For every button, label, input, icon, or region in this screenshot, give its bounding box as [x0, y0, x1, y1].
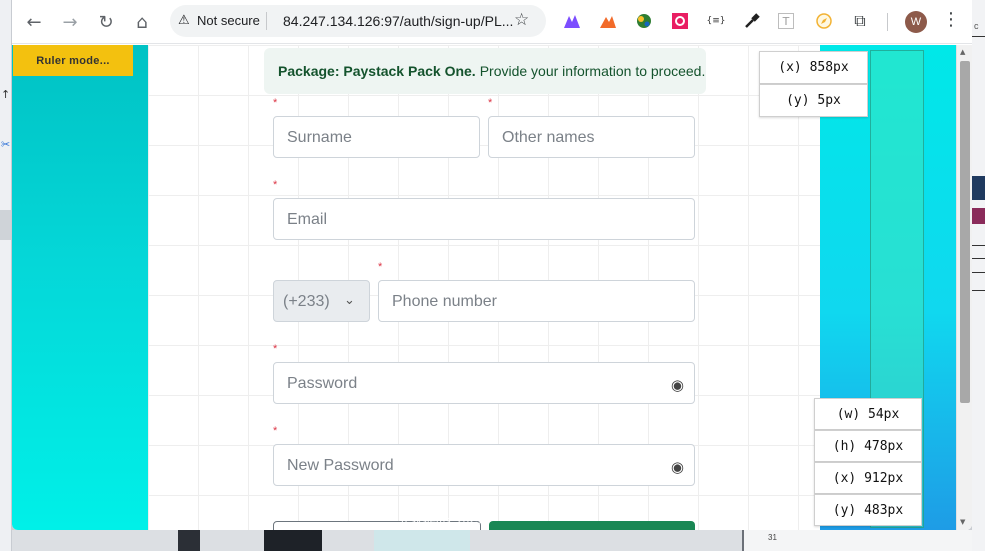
desktop-letter: c [974, 21, 979, 31]
desktop-line [972, 290, 985, 291]
surname-placeholder: Surname [287, 129, 352, 146]
cell-number: 31 [768, 533, 777, 542]
browser-toolbar: ← → ↻ ⌂ ⚠ Not secure 84.247.134.126:97/a… [12, 0, 972, 44]
left-gradient-panel [12, 45, 148, 530]
star-icon[interactable]: ☆ [514, 10, 529, 30]
alert-package-name: Package: Paystack Pack One. [278, 63, 476, 79]
country-code-select[interactable]: (+233) ⌄ [273, 280, 370, 322]
eye-icon[interactable]: ◉ [671, 458, 684, 476]
eyedropper-extension-icon[interactable] [742, 11, 762, 31]
ruler-width-readout: (w) 54px [814, 398, 922, 430]
ruler-y-readout: (y) 5px [759, 84, 868, 117]
compass-extension-icon[interactable] [814, 11, 834, 31]
submit-button[interactable] [489, 521, 695, 530]
required-asterisk: * [378, 261, 383, 273]
other-names-placeholder: Other names [502, 129, 595, 146]
profile-avatar[interactable]: W [905, 11, 927, 33]
url-text[interactable]: 84.247.134.126:97/auth/sign-up/PL... [283, 13, 513, 29]
page-scrollbar[interactable]: ▲ ▼ [956, 45, 972, 530]
arrow-right-icon[interactable]: → [58, 10, 82, 34]
json-viewer-extension-icon[interactable]: {≡} [706, 11, 726, 31]
ruler-x-readout: (x) 858px [759, 51, 868, 84]
country-code-value: (+233) [283, 293, 330, 310]
desktop-right-edge: c [972, 0, 985, 551]
required-asterisk: * [273, 97, 278, 109]
email-placeholder: Email [287, 211, 328, 228]
required-asterisk: * [488, 97, 493, 109]
taskbar-thumbnail[interactable] [178, 530, 200, 551]
phone-placeholder: Phone number [392, 293, 497, 310]
required-asterisk: * [273, 179, 278, 191]
taskbar-strip: 31 [12, 530, 972, 551]
desktop-left-edge: ↑ ✂ [0, 0, 12, 551]
orange-mountain-extension-icon[interactable] [598, 11, 618, 31]
ruler-x2-readout: (x) 912px [814, 462, 922, 494]
address-bar[interactable]: ⚠ Not secure 84.247.134.126:97/auth/sign… [170, 5, 546, 37]
surname-input[interactable]: Surname [273, 116, 480, 158]
page-viewport: Ruler mode... Package: Paystack Pack One… [12, 45, 972, 530]
desktop-line [972, 36, 985, 37]
warning-triangle-icon[interactable]: ⚠ [178, 13, 190, 28]
required-asterisk: * [273, 343, 278, 355]
kebab-menu-icon[interactable]: ⋮ [942, 9, 960, 30]
desktop-line [972, 272, 985, 273]
taskbar-thumbnail[interactable] [264, 530, 322, 551]
desktop-shade [0, 210, 11, 240]
ruler-y2-readout: (y) 483px [814, 494, 922, 526]
desktop-line [972, 245, 985, 246]
password-input[interactable]: Password ◉ [273, 362, 695, 404]
desktop-line [972, 258, 985, 259]
scroll-up-icon[interactable]: ▲ [960, 48, 965, 56]
arrow-left-icon[interactable]: ← [22, 10, 46, 34]
puzzle-icon[interactable]: ⧉ [850, 11, 870, 31]
scroll-down-icon[interactable]: ▼ [960, 518, 965, 526]
other-names-input[interactable]: Other names [488, 116, 695, 158]
eye-icon[interactable]: ◉ [671, 376, 684, 394]
browser-window: ← → ↻ ⌂ ⚠ Not secure 84.247.134.126:97/a… [12, 0, 972, 530]
alert-text: Provide your information to proceed. [479, 63, 706, 79]
package-alert: Package: Paystack Pack One. Provide your… [264, 48, 706, 94]
home-icon[interactable]: ⌂ [130, 10, 154, 34]
reload-icon[interactable]: ↻ [94, 10, 118, 34]
scissors-icon: ✂ [1, 138, 11, 151]
ruler-height-readout: (h) 478px [814, 430, 922, 462]
font-extension-icon[interactable]: T [778, 13, 794, 29]
spreadsheet-thumbnail[interactable]: 31 [742, 530, 972, 551]
password-placeholder: Password [287, 375, 358, 392]
security-label[interactable]: Not secure [197, 13, 260, 28]
taskbar-thumbnail[interactable] [374, 530, 470, 551]
toolbar-divider [887, 13, 888, 31]
desktop-block [972, 176, 985, 200]
pink-gear-extension-icon[interactable] [670, 11, 690, 31]
new-password-input[interactable]: New Password ◉ [273, 444, 695, 486]
footer-copyright: ...n systems, 2023 [392, 515, 482, 527]
chevron-down-icon: ⌄ [344, 293, 355, 308]
omnibox-divider [266, 12, 267, 30]
desktop-block-magenta [972, 208, 985, 224]
email-input[interactable]: Email [273, 198, 695, 240]
purple-mountain-extension-icon[interactable] [562, 11, 582, 31]
scroll-thumb[interactable] [960, 61, 970, 403]
arrow-up-icon: ↑ [1, 88, 11, 101]
required-asterisk: * [273, 425, 278, 437]
globe-extension-icon[interactable] [634, 11, 654, 31]
ruler-mode-badge[interactable]: Ruler mode... [13, 45, 133, 76]
new-password-placeholder: New Password [287, 457, 394, 474]
phone-number-input[interactable]: Phone number [378, 280, 695, 322]
